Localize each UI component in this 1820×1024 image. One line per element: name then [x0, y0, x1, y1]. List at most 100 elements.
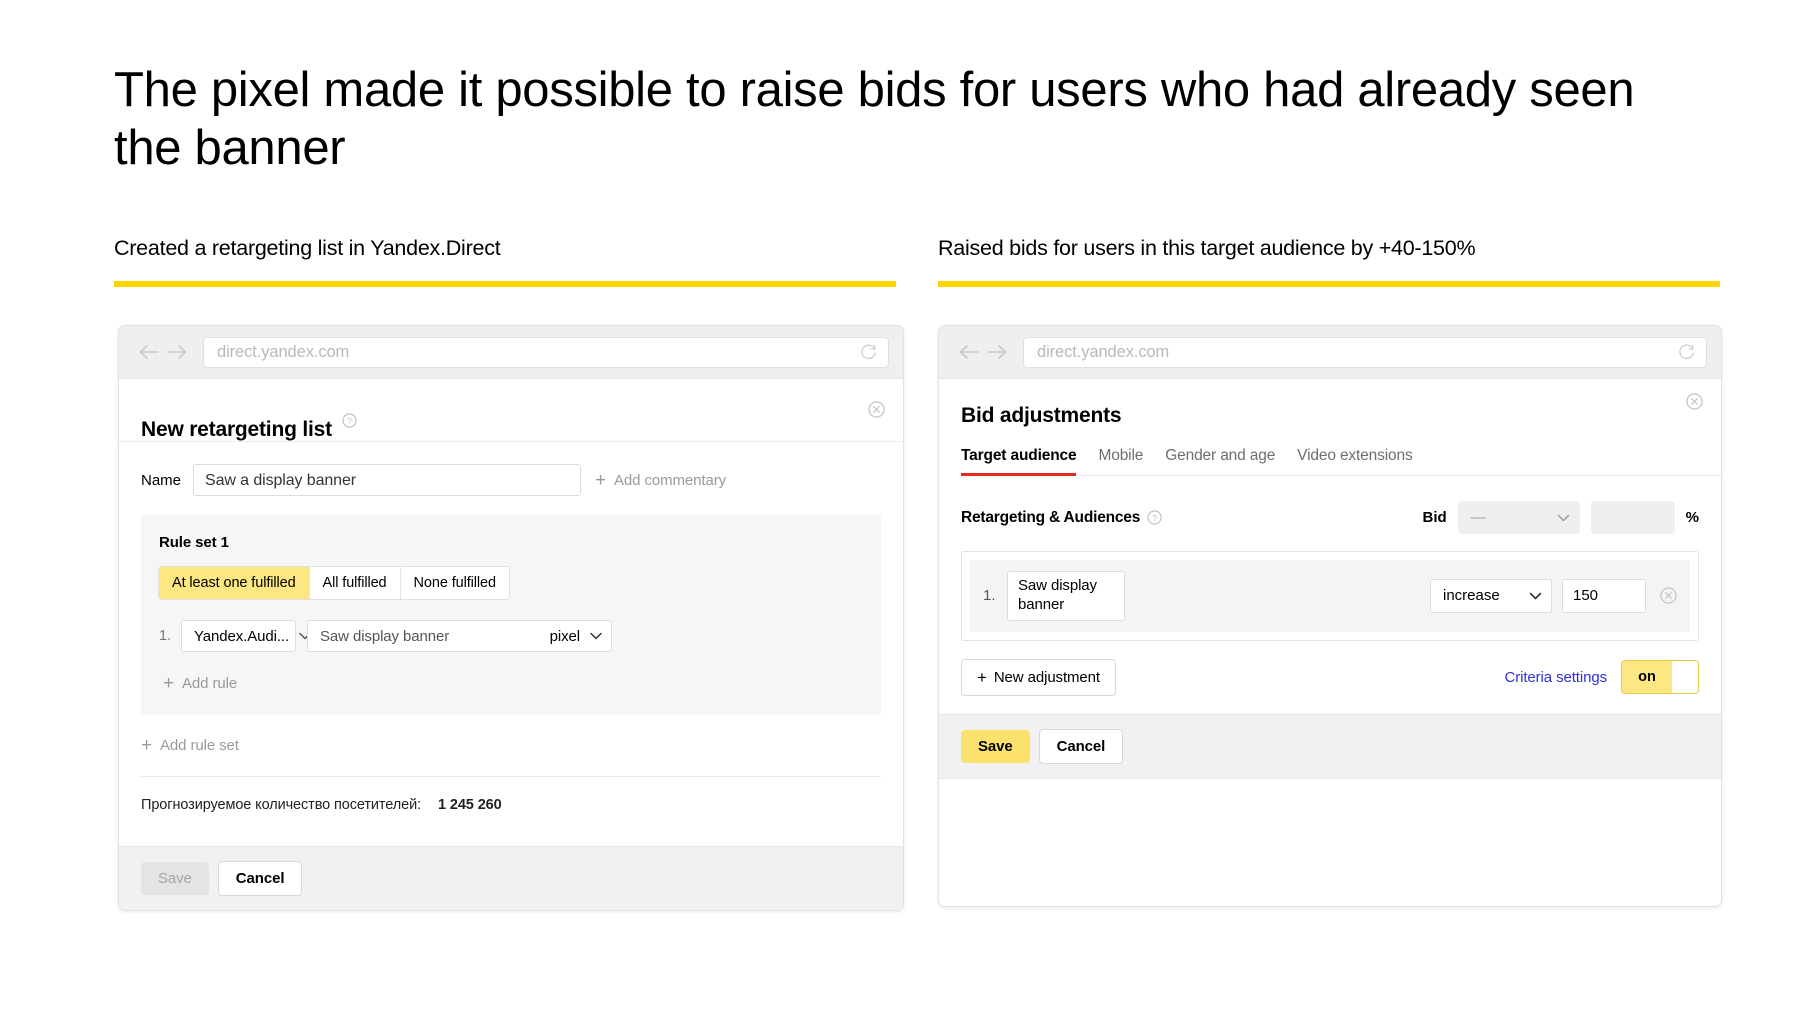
- question-mark-icon[interactable]: ?: [342, 413, 357, 428]
- rule-unit-label: pixel: [549, 627, 580, 645]
- right-url-text: direct.yandex.com: [1037, 342, 1170, 361]
- adjustment-index: 1.: [983, 587, 996, 605]
- add-rule-button[interactable]: + Add rule: [159, 674, 863, 693]
- bid-controls: Bid — %: [1422, 501, 1699, 534]
- right-column-header: Raised bids for users in this target aud…: [938, 236, 1720, 287]
- bid-adjustment-tabs: Target audience Mobile Gender and age Vi…: [961, 447, 1721, 476]
- segment-none-fulfilled[interactable]: None fulfilled: [400, 567, 509, 599]
- adjustment-value-input[interactable]: 150: [1562, 578, 1646, 613]
- add-commentary-label: Add commentary: [614, 471, 726, 489]
- tab-gender-and-age[interactable]: Gender and age: [1165, 447, 1275, 475]
- new-adjustment-label: New adjustment: [993, 668, 1100, 686]
- adjustment-operation-select[interactable]: increase: [1430, 578, 1552, 613]
- cancel-button[interactable]: Cancel: [1038, 728, 1124, 764]
- rule-value-field[interactable]: Saw display banner pixel: [307, 620, 612, 652]
- retargeting-audiences-row: Retargeting & Audiences ? Bid — %: [939, 476, 1721, 534]
- plus-icon: +: [595, 469, 607, 491]
- arrow-left-icon[interactable]: [955, 338, 983, 366]
- retargeting-audiences-label: Retargeting & Audiences: [961, 508, 1141, 526]
- toggle-knob: [1672, 661, 1698, 693]
- left-dialog-divider: [141, 776, 881, 777]
- add-rule-label: Add rule: [182, 675, 238, 692]
- adjustment-actions-row: + New adjustment Criteria settings on: [939, 641, 1721, 696]
- right-browser-chrome: direct.yandex.com: [939, 326, 1721, 379]
- adjustments-container: 1. Saw display banner increase 150: [961, 551, 1699, 641]
- segment-at-least-one-fulfilled[interactable]: At least one fulfilled: [159, 567, 310, 599]
- reload-icon[interactable]: [859, 343, 878, 362]
- right-browser-window: direct.yandex.com Bid adjustments Target…: [938, 325, 1722, 907]
- left-dialog-header: New retargeting list ?: [119, 379, 903, 442]
- rule-value-text: Saw display banner: [320, 627, 450, 645]
- chevron-down-icon: [1557, 514, 1570, 522]
- right-dialog-footer: Save Cancel: [939, 713, 1721, 779]
- criteria-settings-group: Criteria settings on: [1504, 660, 1699, 694]
- left-column-header: Created a retargeting list in Yandex.Dir…: [114, 236, 896, 287]
- percent-label: %: [1685, 509, 1699, 526]
- add-commentary-button[interactable]: + Add commentary: [595, 471, 726, 490]
- name-input[interactable]: Saw a display banner: [193, 464, 582, 496]
- arrow-right-icon[interactable]: [983, 338, 1011, 366]
- forecast-label: Прогнозируемое количество посетителей:: [141, 797, 422, 813]
- rule-row: 1. Yandex.Audi... Saw display banner pix…: [159, 620, 863, 652]
- new-adjustment-button[interactable]: + New adjustment: [961, 658, 1116, 696]
- bid-value-input[interactable]: [1590, 501, 1675, 534]
- left-page: New retargeting list ? Name Saw a displa…: [119, 379, 903, 910]
- forecast-row: Прогнозируемое количество посетителей: 1…: [141, 797, 903, 813]
- toggle-state-label: on: [1622, 661, 1672, 693]
- add-rule-set-button[interactable]: + Add rule set: [141, 736, 903, 755]
- save-button[interactable]: Save: [141, 862, 209, 895]
- adjustment-audience-chip[interactable]: Saw display banner: [1007, 571, 1125, 621]
- name-field-row: Name Saw a display banner + Add commenta…: [119, 442, 903, 496]
- plus-icon: +: [141, 735, 152, 756]
- tab-mobile[interactable]: Mobile: [1098, 447, 1143, 475]
- bid-operation-value: —: [1470, 509, 1486, 526]
- segment-all-fulfilled[interactable]: All fulfilled: [309, 567, 401, 599]
- plus-icon: +: [977, 667, 987, 687]
- left-browser-window: direct.yandex.com New retargeting list ?…: [118, 325, 904, 911]
- left-accent-rule: [114, 281, 896, 287]
- left-url-bar[interactable]: direct.yandex.com: [203, 336, 889, 368]
- question-mark-icon[interactable]: ?: [1147, 510, 1162, 525]
- left-dialog-footer: Save Cancel: [119, 846, 903, 910]
- page-title: The pixel made it possible to raise bids…: [114, 63, 1635, 175]
- right-dialog-title: Bid adjustments: [961, 404, 1122, 427]
- rule-source-value: Yandex.Audi...: [194, 627, 290, 645]
- close-circle-icon[interactable]: [1660, 587, 1677, 604]
- fulfillment-segmented-control: At least one fulfilled All fulfilled Non…: [159, 567, 509, 599]
- tab-target-audience[interactable]: Target audience: [961, 447, 1077, 476]
- chevron-down-icon: [1529, 592, 1542, 600]
- cancel-button[interactable]: Cancel: [217, 861, 303, 896]
- right-accent-rule: [938, 281, 1720, 287]
- right-page: Bid adjustments Target audience Mobile G…: [939, 379, 1721, 906]
- save-button[interactable]: Save: [961, 729, 1030, 763]
- criteria-settings-toggle[interactable]: on: [1621, 660, 1699, 694]
- rule-source-select[interactable]: Yandex.Audi...: [181, 620, 311, 652]
- rule-set-panel: Rule set 1 At least one fulfilled All fu…: [141, 515, 881, 715]
- tab-video-extensions[interactable]: Video extensions: [1297, 447, 1413, 475]
- arrow-left-icon[interactable]: [135, 338, 163, 366]
- bid-label: Bid: [1422, 509, 1447, 526]
- bid-operation-select[interactable]: —: [1457, 501, 1580, 534]
- svg-text:?: ?: [348, 416, 353, 426]
- right-url-bar[interactable]: direct.yandex.com: [1023, 336, 1707, 368]
- reload-icon[interactable]: [1677, 343, 1696, 362]
- rule-index: 1.: [159, 628, 172, 644]
- left-url-text: direct.yandex.com: [217, 342, 350, 361]
- left-dialog-title: New retargeting list: [141, 418, 332, 442]
- svg-text:?: ?: [1152, 513, 1157, 523]
- chevron-down-icon[interactable]: [580, 632, 602, 640]
- forecast-value: 1 245 260: [437, 797, 502, 813]
- adjustment-controls: increase 150: [1430, 578, 1677, 613]
- adjustment-row: 1. Saw display banner increase 150: [970, 560, 1690, 632]
- arrow-right-icon[interactable]: [163, 338, 191, 366]
- criteria-settings-link[interactable]: Criteria settings: [1504, 669, 1607, 686]
- left-browser-chrome: direct.yandex.com: [119, 326, 903, 379]
- right-column-caption: Raised bids for users in this target aud…: [938, 236, 1476, 260]
- name-label: Name: [141, 471, 182, 489]
- add-rule-set-label: Add rule set: [160, 737, 239, 754]
- rule-set-title: Rule set 1: [159, 534, 229, 551]
- left-column-caption: Created a retargeting list in Yandex.Dir…: [114, 236, 501, 260]
- plus-icon: +: [163, 673, 174, 694]
- right-dialog-header: Bid adjustments Target audience Mobile G…: [939, 379, 1721, 476]
- adjustment-operation-value: increase: [1443, 587, 1500, 605]
